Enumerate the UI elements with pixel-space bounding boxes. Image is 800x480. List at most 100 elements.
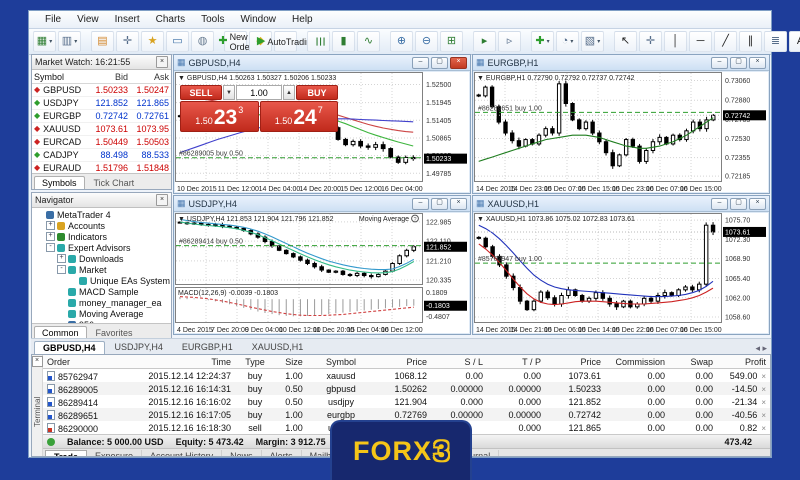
- new-chart-button[interactable]: ▦▾: [33, 31, 56, 52]
- channel-button[interactable]: ∥: [739, 31, 762, 52]
- tab-scroll-arrows[interactable]: ◂ ▸: [755, 343, 767, 354]
- minimize-icon[interactable]: –: [711, 198, 728, 210]
- expander-icon[interactable]: -: [57, 265, 66, 274]
- close-order-icon[interactable]: ×: [761, 372, 766, 381]
- chart-tab-eurgbp-h1[interactable]: EURGBP,H1: [173, 340, 242, 354]
- navigator-item-indicators[interactable]: +Indicators: [32, 231, 171, 242]
- tile-windows-button[interactable]: ⊞: [440, 31, 463, 52]
- menu-item-tools[interactable]: Tools: [193, 13, 232, 26]
- chart-canvas-usdjpy-h4[interactable]: 122.985122.110121.210120.335#86289414 bu…: [175, 213, 469, 333]
- volume-input[interactable]: 1.00: [236, 85, 282, 100]
- column-header-s-l[interactable]: S / L: [431, 357, 487, 367]
- column-header-type[interactable]: Type: [235, 357, 275, 367]
- close-order-icon[interactable]: ×: [761, 424, 766, 433]
- horizontal-line-button[interactable]: ─: [689, 31, 712, 52]
- market-watch-row-xauusd[interactable]: ◆XAUUSD1073.611073.95: [32, 123, 171, 136]
- column-header-swap[interactable]: Swap: [669, 357, 717, 367]
- market-watch-row-eurcad[interactable]: ◆EURCAD1.504491.50503: [32, 136, 171, 149]
- one-click-buy-button[interactable]: BUY: [296, 85, 338, 100]
- close-order-icon[interactable]: ×: [761, 411, 766, 420]
- chart-tab-xauusd-h1[interactable]: XAUUSD,H1: [243, 340, 313, 354]
- one-click-sell-button[interactable]: SELL: [180, 85, 222, 100]
- terminal-tab-trade[interactable]: Trade: [45, 450, 87, 457]
- column-header-time[interactable]: Time: [121, 357, 235, 367]
- navigator-item-downloads[interactable]: +Downloads: [32, 253, 171, 264]
- menu-item-charts[interactable]: Charts: [148, 13, 193, 26]
- chart-window-titlebar[interactable]: ▦EURGBP,H1–▢×: [473, 55, 769, 71]
- expander-icon[interactable]: +: [46, 232, 55, 241]
- cursor-button[interactable]: ↖: [614, 31, 637, 52]
- navigator-toggle[interactable]: ★: [141, 31, 164, 52]
- data-window-toggle[interactable]: ✛: [116, 31, 139, 52]
- bar-chart-button[interactable]: ☰: [307, 31, 330, 52]
- market-watch-row-cadjpy[interactable]: ◆CADJPY88.49888.533: [32, 149, 171, 162]
- close-icon[interactable]: ×: [749, 198, 766, 210]
- terminal-tab-exposure[interactable]: Exposure: [87, 450, 142, 456]
- buy-price-display[interactable]: 1.50247: [260, 101, 339, 132]
- column-header-profit[interactable]: Profit: [717, 357, 770, 367]
- column-header-t-p[interactable]: T / P: [487, 357, 545, 367]
- terminal-tab-alerts[interactable]: Alerts: [262, 450, 302, 456]
- text-button[interactable]: A: [789, 31, 800, 52]
- trendline-button[interactable]: ╱: [714, 31, 737, 52]
- tab-symbols[interactable]: Symbols: [34, 176, 85, 189]
- chart-tab-gbpusd-h4[interactable]: GBPUSD,H4: [34, 341, 105, 354]
- chart-window-titlebar[interactable]: ▦XAUUSD,H1–▢×: [473, 196, 769, 212]
- menu-item-insert[interactable]: Insert: [107, 13, 148, 26]
- new-order-button[interactable]: ✚New Order: [224, 31, 247, 52]
- volume-down-stepper[interactable]: ▼: [223, 85, 235, 100]
- expander-icon[interactable]: -: [46, 243, 55, 252]
- autoscroll-button[interactable]: ▸: [473, 31, 496, 52]
- order-row-86289005[interactable]: 862890052015.12.16 16:14:31buy0.50gbpusd…: [43, 382, 770, 395]
- chart-window-titlebar[interactable]: ▦USDJPY,H4–▢×: [174, 196, 470, 212]
- navigator-item-market[interactable]: -Market: [32, 264, 171, 275]
- expander-icon[interactable]: +: [46, 221, 55, 230]
- column-header-symbol[interactable]: Symbol: [313, 357, 369, 367]
- navigator-item-macd-sample[interactable]: MACD Sample: [32, 286, 171, 297]
- menu-item-view[interactable]: View: [69, 13, 107, 26]
- maximize-icon[interactable]: ▢: [431, 57, 448, 69]
- templates-button[interactable]: ▧▾: [581, 31, 604, 52]
- close-icon[interactable]: ×: [156, 194, 168, 206]
- close-icon[interactable]: ×: [32, 356, 43, 367]
- column-header-size[interactable]: Size: [275, 357, 313, 367]
- market-watch-toggle[interactable]: ▤: [91, 31, 114, 52]
- navigator-item-unique-eas-system-05[interactable]: Unique EAs System 05: [32, 275, 171, 286]
- column-header-price[interactable]: Price: [545, 357, 605, 367]
- terminal-toggle[interactable]: ▭: [166, 31, 189, 52]
- menu-item-window[interactable]: Window: [232, 13, 284, 26]
- menu-item-help[interactable]: Help: [284, 13, 321, 26]
- market-watch-row-euraud[interactable]: ◆EURAUD1.517961.51848: [32, 162, 171, 173]
- autotrading-button[interactable]: ▶AutoTrading: [274, 31, 297, 52]
- strategy-tester-toggle[interactable]: ◍: [191, 31, 214, 52]
- navigator-item-expert-advisors[interactable]: -Expert Advisors: [32, 242, 171, 253]
- maximize-icon[interactable]: ▢: [730, 57, 747, 69]
- navigator-item-moving-average[interactable]: Moving Average: [32, 308, 171, 319]
- market-watch-row-gbpusd[interactable]: ◆GBPUSD1.502331.50247: [32, 84, 171, 97]
- line-chart-button[interactable]: ∿: [357, 31, 380, 52]
- terminal-tab-news[interactable]: News: [222, 450, 262, 456]
- navigator-item-metatrader-4[interactable]: MetaTrader 4: [32, 209, 171, 220]
- zoom-out-button[interactable]: ⊖: [415, 31, 438, 52]
- close-icon[interactable]: ×: [450, 57, 467, 69]
- order-row-86289414[interactable]: 862894142015.12.16 16:16:02buy0.50usdjpy…: [43, 395, 770, 408]
- close-order-icon[interactable]: ×: [761, 398, 766, 407]
- column-header-order[interactable]: Order: [43, 357, 121, 367]
- crosshair-button[interactable]: ✛: [639, 31, 662, 52]
- minimize-icon[interactable]: –: [711, 57, 728, 69]
- menu-item-file[interactable]: File: [37, 13, 69, 26]
- profiles-button[interactable]: ▥▾: [58, 31, 81, 52]
- close-order-icon[interactable]: ×: [761, 385, 766, 394]
- column-header-commission[interactable]: Commission: [605, 357, 669, 367]
- sell-price-display[interactable]: 1.50233: [180, 101, 259, 132]
- chart-canvas-xauusd-h1[interactable]: 1075.701072.301068.901065.401062.001058.…: [474, 213, 768, 333]
- chart-canvas-eurgbp-h1[interactable]: 0.730600.728800.727050.725300.723550.721…: [474, 72, 768, 192]
- close-icon[interactable]: ×: [156, 56, 168, 68]
- periods-button[interactable]: ◔▾: [556, 31, 579, 52]
- terminal-tab-account-history[interactable]: Account History: [142, 450, 222, 456]
- navigator-item-money-manager-ea[interactable]: money_manager_ea: [32, 297, 171, 308]
- column-header-price[interactable]: Price: [369, 357, 431, 367]
- chart-tab-usdjpy-h4[interactable]: USDJPY,H4: [106, 340, 172, 354]
- chart-shift-button[interactable]: ▹: [498, 31, 521, 52]
- market-watch-row-usdjpy[interactable]: ◆USDJPY121.852121.865: [32, 97, 171, 110]
